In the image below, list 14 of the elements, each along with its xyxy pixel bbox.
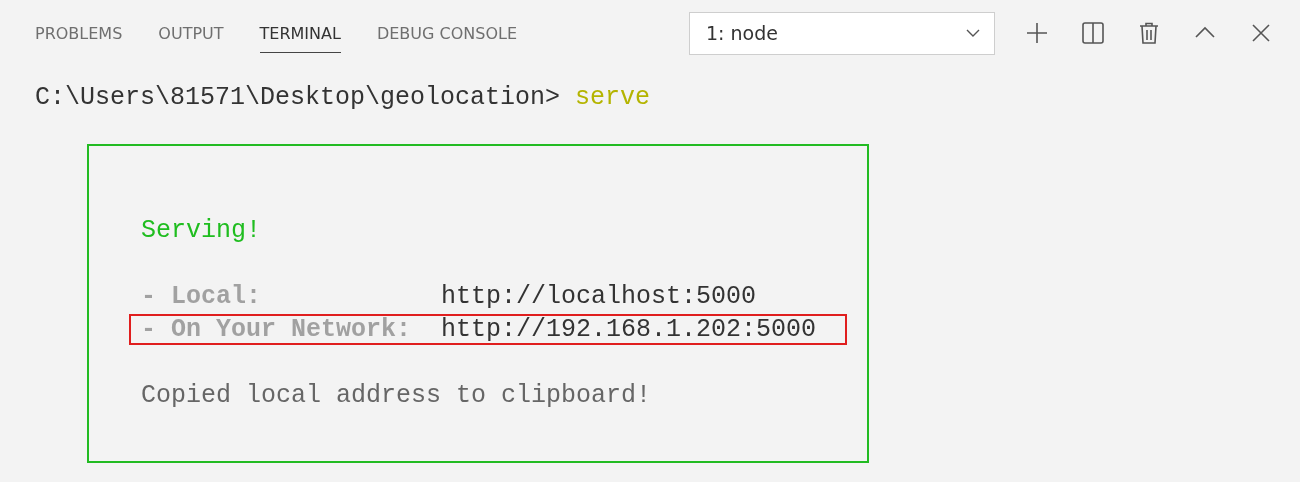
panel-tab[interactable]: PROBLEMS	[35, 13, 123, 53]
address-label: - On Your Network:	[141, 314, 413, 346]
status-text: Serving!	[141, 216, 262, 245]
terminal-dropdown[interactable]: 1: node	[689, 11, 995, 55]
panel-tab[interactable]: OUTPUT	[158, 13, 224, 53]
chevron-icon	[966, 29, 980, 37]
status-text: Copied local address to clipboard!	[141, 381, 652, 410]
address-url: http://localhost:5000	[441, 282, 757, 311]
address-url: http://192.168.1.202:5000	[441, 315, 817, 344]
panel-tab[interactable]: DEBUG CONSOLE	[376, 13, 517, 53]
panel-tab[interactable]: TERMINAL	[259, 13, 341, 53]
command-text: serve	[575, 83, 651, 112]
prompt-path: C:\Users\81571\Desktop\geolocation>	[35, 83, 561, 112]
address-label: - Local:	[141, 281, 263, 313]
